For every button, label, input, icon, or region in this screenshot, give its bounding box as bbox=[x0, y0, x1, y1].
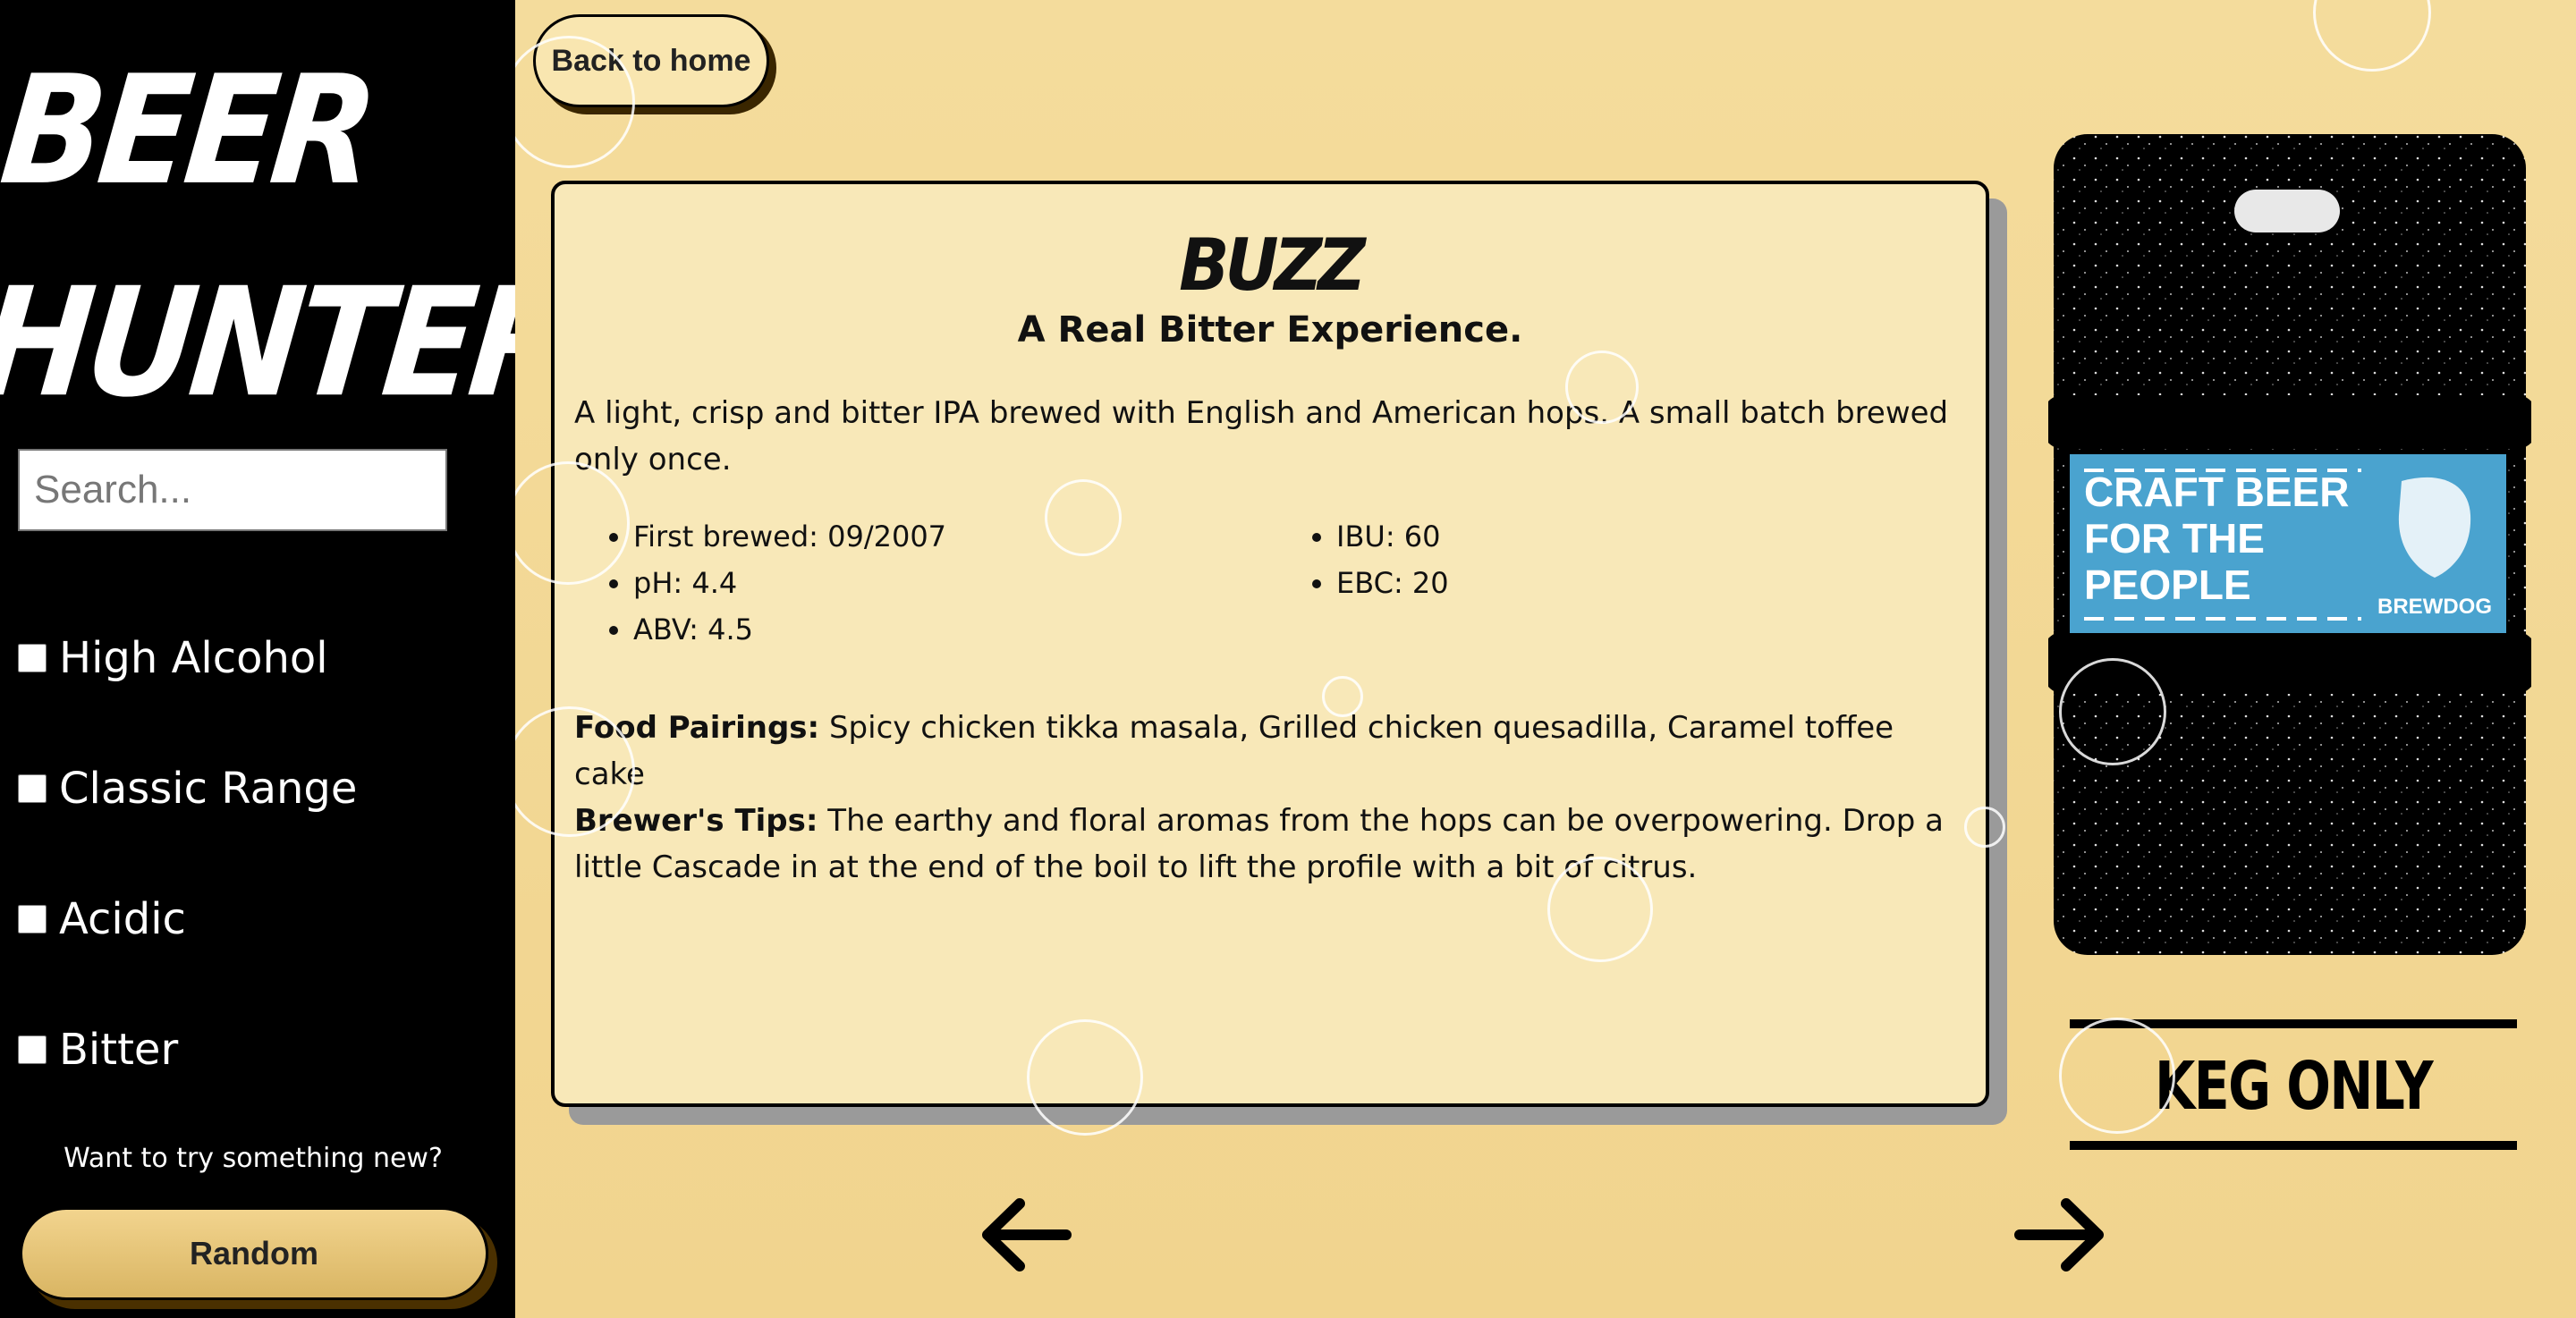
filter-acidic[interactable]: Acidic bbox=[18, 894, 186, 944]
beer-stats: First brewed: 09/2007 pH: 4.4 ABV: 4.5 I… bbox=[574, 513, 1966, 653]
keg-brand: BREWDOG bbox=[2377, 595, 2492, 619]
next-beer-button[interactable] bbox=[2011, 1193, 2109, 1277]
beer-name: BUZZ bbox=[1179, 224, 1366, 308]
beer-tagline: A Real Bitter Experience. bbox=[1017, 309, 1523, 351]
filter-bitter[interactable]: Bitter bbox=[18, 1025, 178, 1075]
food-pairings-label: Food Pairings: bbox=[574, 710, 820, 746]
logo-line-1: BEER bbox=[0, 44, 380, 219]
filter-classic-range[interactable]: Classic Range bbox=[18, 764, 357, 814]
keg-only-text: KEG ONLY bbox=[2155, 1048, 2435, 1125]
stat-ibu: IBU: 60 bbox=[1336, 513, 1449, 560]
beer-details-card: BUZZ A Real Bitter Experience. A light, … bbox=[551, 181, 1989, 1107]
stat-ph: pH: 4.4 bbox=[633, 560, 1277, 606]
stat-ebc: EBC: 20 bbox=[1336, 560, 1449, 606]
beer-description: A light, crisp and bitter IPA brewed wit… bbox=[574, 395, 1949, 477]
filter-label: Classic Range bbox=[59, 764, 358, 814]
random-prompt: Want to try something new? bbox=[64, 1143, 443, 1174]
logo-line-2: HUNTER bbox=[0, 256, 578, 431]
keg-label-line-3: PEOPLE bbox=[2084, 562, 2251, 608]
brewers-tips-label: Brewer's Tips: bbox=[574, 803, 818, 839]
filter-label: Acidic bbox=[59, 894, 186, 944]
main-content: Back to home BUZZ A Real Bitter Experien… bbox=[515, 0, 2576, 1318]
arrow-right-icon bbox=[2014, 1198, 2104, 1272]
keg-only-badge: KEG ONLY bbox=[2070, 1019, 2517, 1150]
filter-label: Bitter bbox=[59, 1025, 179, 1075]
filter-bitter-checkbox[interactable] bbox=[18, 1035, 47, 1064]
beer-keg-image: CRAFT BEER FOR THE PEOPLE BREWDOG bbox=[2048, 134, 2531, 955]
sidebar: BEER HUNTER High Alcohol Classic Range A… bbox=[0, 0, 578, 1318]
stat-abv: ABV: 4.5 bbox=[633, 606, 1277, 653]
search-input[interactable] bbox=[18, 449, 447, 531]
back-to-home-button[interactable]: Back to home bbox=[533, 14, 769, 107]
stat-first-brewed: First brewed: 09/2007 bbox=[633, 513, 1277, 560]
previous-beer-button[interactable] bbox=[977, 1193, 1075, 1277]
filter-high-alcohol[interactable]: High Alcohol bbox=[18, 633, 328, 683]
bubble-decoration bbox=[2313, 0, 2431, 72]
keg-label-line-1: CRAFT BEER bbox=[2084, 469, 2349, 515]
arrow-left-icon bbox=[982, 1198, 1072, 1272]
brewers-tips: Brewer's Tips: The earthy and floral aro… bbox=[574, 798, 1966, 891]
logo: BEER HUNTER bbox=[0, 25, 602, 450]
random-button[interactable]: Random bbox=[20, 1207, 488, 1300]
stats-list-right: IBU: 60 EBC: 20 bbox=[1277, 513, 1449, 653]
keg-handle bbox=[2234, 190, 2340, 232]
filter-high-alcohol-checkbox[interactable] bbox=[18, 644, 47, 672]
stats-list-left: First brewed: 09/2007 pH: 4.4 ABV: 4.5 bbox=[574, 513, 1277, 653]
food-pairings: Food Pairings: Spicy chicken tikka masal… bbox=[574, 705, 1966, 798]
filter-classic-range-checkbox[interactable] bbox=[18, 774, 47, 803]
filter-label: High Alcohol bbox=[59, 633, 328, 683]
keg-label-line-2: FOR THE bbox=[2084, 515, 2265, 562]
filter-acidic-checkbox[interactable] bbox=[18, 905, 47, 934]
